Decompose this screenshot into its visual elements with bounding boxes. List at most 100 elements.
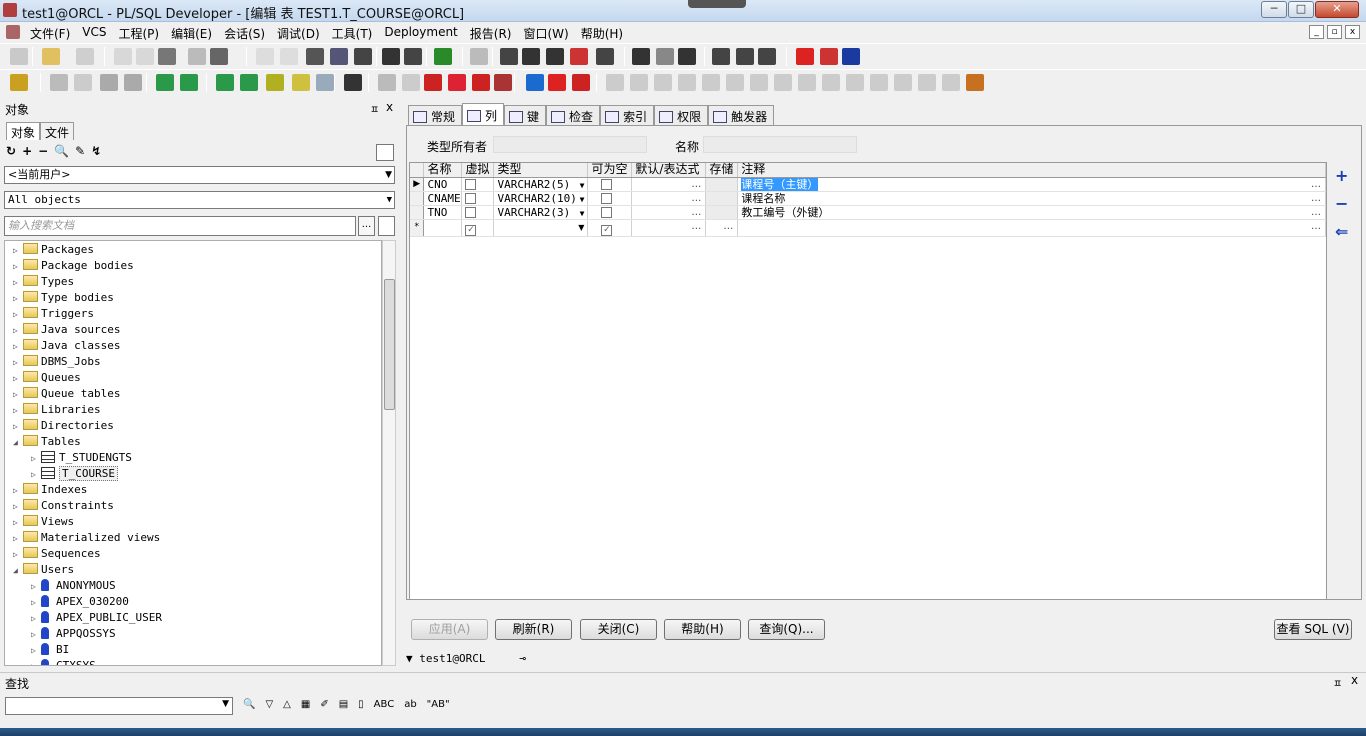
menu-item-0[interactable]: 文件(F) xyxy=(24,25,76,42)
menu-item-8[interactable]: 报告(R) xyxy=(464,25,518,42)
mdi-minimize-button[interactable]: _ xyxy=(1309,25,1324,39)
toolbar1-icon-22[interactable] xyxy=(632,48,650,65)
type-cell[interactable]: VARCHAR2(3) ▼ xyxy=(493,205,589,220)
tree-user[interactable]: ▷ ANONYMOUS xyxy=(31,578,116,594)
storage-cell[interactable] xyxy=(705,191,739,206)
toolbar2-icon-9[interactable] xyxy=(266,74,284,91)
tree-folder[interactable]: ◢ Tables xyxy=(13,434,81,450)
close-button[interactable]: ✕ xyxy=(1315,1,1359,18)
menu-item-1[interactable]: VCS xyxy=(76,25,112,42)
expand-icon[interactable]: ▷ xyxy=(13,243,23,259)
tree-folder[interactable]: ▷ DBMS_Jobs xyxy=(13,354,101,370)
highlight-all-icon[interactable]: ▦ xyxy=(301,699,310,710)
toolbar2-icon-25[interactable] xyxy=(678,74,696,91)
tree-user[interactable]: ▷ APPQOSSYS xyxy=(31,626,116,642)
toolbar1-icon-21[interactable] xyxy=(596,48,614,65)
mdi-close-button[interactable]: x xyxy=(1345,25,1360,39)
tree-folder[interactable]: ◢ Users xyxy=(13,562,74,578)
find-previous-icon[interactable]: △ xyxy=(283,699,291,710)
toolbar1-icon-2[interactable] xyxy=(76,48,94,65)
row-indicator[interactable] xyxy=(410,191,425,206)
tree-folder[interactable]: ▷ Materialized views xyxy=(13,530,160,546)
expand-icon[interactable]: ▷ xyxy=(13,275,23,291)
filter-icon[interactable]: ↯ xyxy=(91,144,101,160)
virtual-cell[interactable] xyxy=(461,191,495,206)
ellipsis-icon[interactable]: … xyxy=(1311,206,1321,219)
toolbar1-icon-17[interactable] xyxy=(500,48,518,65)
toolbar1-icon-25[interactable] xyxy=(712,48,730,65)
find-icon[interactable]: 🔍 xyxy=(243,699,255,710)
toolbar1-icon-27[interactable] xyxy=(758,48,776,65)
toolbar1-icon-14[interactable] xyxy=(404,48,422,65)
toolbar2-icon-5[interactable] xyxy=(156,74,174,91)
maximize-button[interactable]: □ xyxy=(1288,1,1314,18)
toolbar1-icon-5[interactable] xyxy=(158,48,176,65)
row-indicator[interactable]: * xyxy=(410,219,425,237)
expand-icon[interactable]: ▷ xyxy=(31,659,41,665)
minimize-button[interactable]: ─ xyxy=(1261,1,1287,18)
toolbar1-icon-3[interactable] xyxy=(114,48,132,65)
ellipsis-icon[interactable]: … xyxy=(691,192,701,205)
column-header[interactable]: 存储 xyxy=(705,163,739,178)
default-cell[interactable]: … xyxy=(631,205,707,220)
column-header[interactable]: 名称 xyxy=(423,163,463,178)
toolbar2-icon-11[interactable] xyxy=(316,74,334,91)
expand-icon[interactable]: ▷ xyxy=(13,531,23,547)
owner-select[interactable]: <当前用户> ▼ xyxy=(4,166,395,184)
table-row[interactable]: CNAME VARCHAR2(10) ▼… 课程名称… xyxy=(410,191,1326,206)
regex-icon[interactable]: "AB" xyxy=(427,699,450,710)
tree-user[interactable]: ▷ BI xyxy=(31,642,69,658)
toolbar1-icon-19[interactable] xyxy=(546,48,564,65)
toolbar2-icon-16[interactable] xyxy=(448,74,466,91)
toolbar1-icon-15[interactable] xyxy=(434,48,452,65)
toolbar1-icon-26[interactable] xyxy=(736,48,754,65)
remove-icon[interactable]: − xyxy=(38,144,48,160)
toolbar2-icon-27[interactable] xyxy=(726,74,744,91)
find-next-icon[interactable]: ▽ xyxy=(265,699,273,710)
toolbar2-icon-36[interactable] xyxy=(942,74,960,91)
chevron-down-icon[interactable]: ▼ xyxy=(222,699,229,709)
expand-icon[interactable]: ▷ xyxy=(31,467,41,483)
pin-icon[interactable]: ㅍ xyxy=(1333,675,1342,690)
expand-icon[interactable]: ▷ xyxy=(31,451,41,467)
toolbar2-icon-4[interactable] xyxy=(124,74,142,91)
expand-icon[interactable]: ▷ xyxy=(13,547,23,563)
expand-icon[interactable]: ▷ xyxy=(13,339,23,355)
storage-cell[interactable] xyxy=(705,205,739,220)
menu-item-4[interactable]: 会话(S) xyxy=(218,25,271,42)
nullable-checkbox[interactable] xyxy=(601,206,613,218)
tree-folder[interactable]: ▷ Libraries xyxy=(13,402,101,418)
find-icon[interactable]: 🔍 xyxy=(54,144,69,160)
tree-folder[interactable]: ▷ Package bodies xyxy=(13,258,134,274)
search-doc-button[interactable] xyxy=(378,216,395,236)
selection-icon[interactable]: ▤ xyxy=(339,699,348,710)
default-cell[interactable]: … xyxy=(631,177,707,192)
toolbar2-icon-1[interactable] xyxy=(50,74,68,91)
expand-icon[interactable]: ▷ xyxy=(13,291,23,307)
nullable-checkbox[interactable] xyxy=(601,192,613,204)
add-row-button[interactable]: + xyxy=(1335,166,1355,194)
query-button[interactable]: 查询(Q)... xyxy=(748,619,825,640)
tree-folder[interactable]: ▷ Java classes xyxy=(13,338,120,354)
toolbar2-icon-15[interactable] xyxy=(424,74,442,91)
toolbar2-icon-35[interactable] xyxy=(918,74,936,91)
toolbar1-icon-24[interactable] xyxy=(678,48,696,65)
expand-icon[interactable]: ▷ xyxy=(13,387,23,403)
editor-tab-0[interactable]: 常规 xyxy=(408,105,463,125)
virtual-cell[interactable]: ✓ xyxy=(461,219,495,237)
menu-item-2[interactable]: 工程(P) xyxy=(113,25,166,42)
chevron-down-icon[interactable]: ▼ xyxy=(580,193,585,206)
editor-tab-1[interactable]: 列 xyxy=(462,103,505,125)
nullable-checkbox[interactable] xyxy=(601,178,613,190)
close-icon[interactable]: x xyxy=(386,100,393,114)
toolbar1-icon-13[interactable] xyxy=(382,48,400,65)
columns-grid[interactable]: 名称 虚拟 类型 可为空 默认/表达式 存储 注释 ▶ CNO VARCHAR2(5) ▼… 课程号（… xyxy=(409,162,1327,600)
type-cell[interactable]: ▼ xyxy=(493,219,589,237)
add-icon[interactable]: + xyxy=(22,144,32,160)
expand-icon[interactable]: ▷ xyxy=(13,403,23,419)
toolbar1-icon-0[interactable] xyxy=(10,48,28,65)
editor-tab-5[interactable]: 权限 xyxy=(654,105,709,125)
column-header[interactable]: 类型 xyxy=(493,163,589,178)
chevron-down-icon[interactable]: ▼ xyxy=(406,652,419,665)
expand-icon[interactable]: ▷ xyxy=(31,643,41,659)
